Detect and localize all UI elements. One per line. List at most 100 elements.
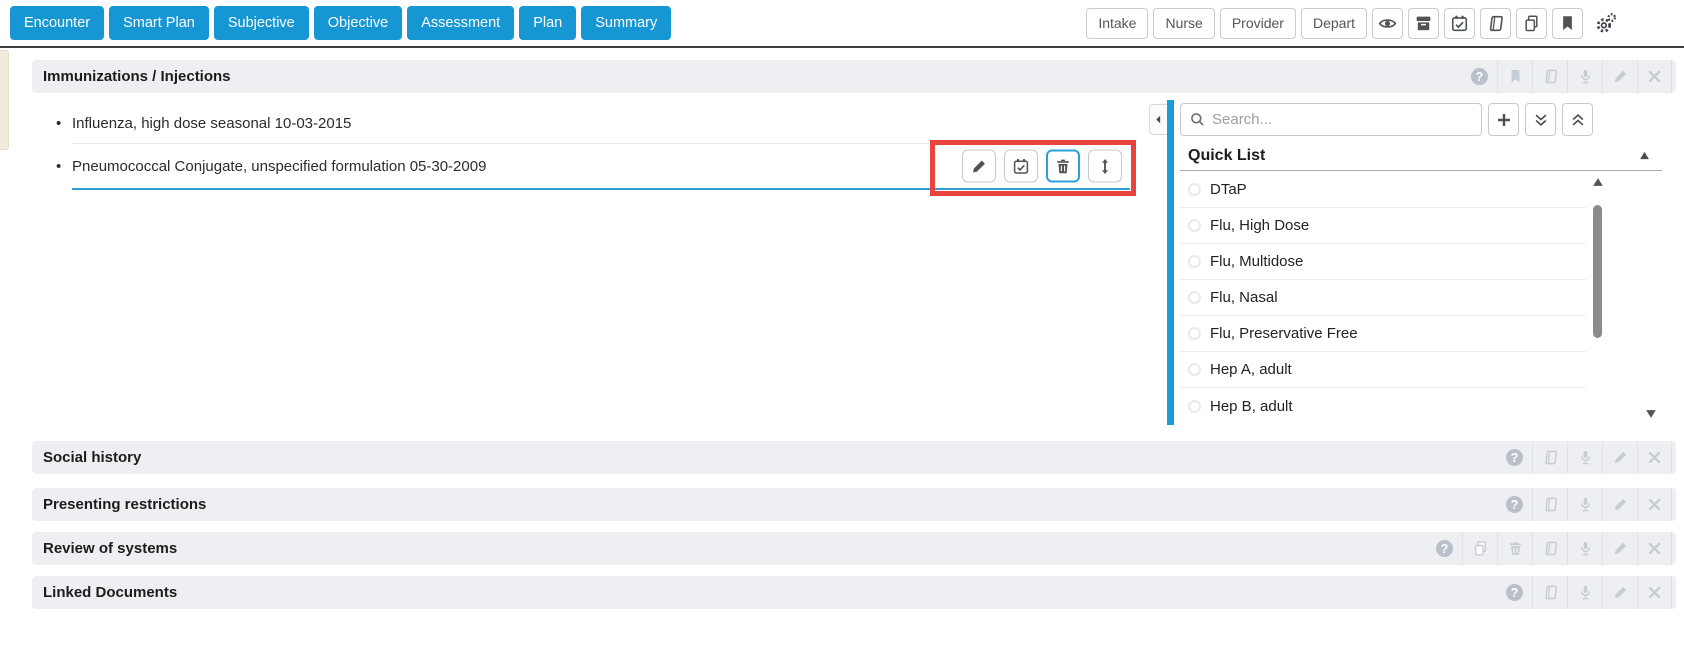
book-button[interactable]: [1532, 532, 1567, 565]
settings-button[interactable]: [1588, 8, 1622, 39]
search-box: [1180, 103, 1482, 136]
microphone-button[interactable]: [1567, 441, 1602, 474]
section-header-icons: ?: [1497, 488, 1672, 521]
help-button[interactable]: ?: [1497, 576, 1532, 609]
close-button[interactable]: [1637, 488, 1672, 521]
stage-depart-button[interactable]: Depart: [1301, 8, 1367, 39]
calendar-check-icon: [1450, 14, 1469, 33]
scrollbar-thumb[interactable]: [1593, 205, 1602, 338]
section-review-of-systems[interactable]: Review of systems ?: [32, 532, 1676, 565]
quick-list-item-dtap[interactable]: DTaP: [1180, 172, 1586, 208]
microphone-button[interactable]: [1567, 60, 1602, 93]
immunization-row-influenza[interactable]: • Influenza, high dose seasonal 10-03-20…: [72, 104, 1130, 144]
tab-subjective[interactable]: Subjective: [214, 6, 309, 40]
stage-nurse-button[interactable]: Nurse: [1153, 8, 1214, 39]
book-button[interactable]: [1532, 488, 1567, 521]
calendar-row-button[interactable]: [1004, 150, 1038, 183]
add-button[interactable]: [1488, 103, 1519, 136]
close-button[interactable]: [1637, 60, 1672, 93]
panel-collapse-handle[interactable]: [1149, 104, 1167, 135]
quick-list-header[interactable]: Quick List: [1180, 141, 1662, 171]
top-toolbar: Encounter Smart Plan Subjective Objectiv…: [0, 0, 1684, 48]
book-button[interactable]: [1532, 441, 1567, 474]
quick-list-scrollbar[interactable]: [1591, 176, 1605, 472]
delete-row-button[interactable]: [1046, 150, 1080, 183]
copy-icon: [1522, 14, 1541, 33]
panel-search-row: [1180, 103, 1593, 136]
up-down-arrow-icon: [1096, 157, 1114, 175]
immunization-text: Pneumococcal Conjugate, unspecified form…: [72, 158, 486, 175]
reorder-row-button[interactable]: [1088, 150, 1122, 183]
scroll-up-icon[interactable]: [1592, 176, 1604, 188]
eye-button[interactable]: [1372, 8, 1403, 39]
pencil-button[interactable]: [1602, 60, 1637, 93]
close-icon: [1646, 496, 1663, 513]
tab-assessment[interactable]: Assessment: [407, 6, 514, 40]
copy-button[interactable]: [1516, 8, 1547, 39]
microphone-button[interactable]: [1567, 576, 1602, 609]
book-icon: [1542, 540, 1559, 557]
trash-icon: [1054, 157, 1072, 175]
book-button[interactable]: [1532, 60, 1567, 93]
bookmark-icon: [1507, 68, 1524, 85]
close-button[interactable]: [1637, 441, 1672, 474]
help-button[interactable]: ?: [1497, 488, 1532, 521]
help-button[interactable]: ?: [1497, 441, 1532, 474]
scroll-down-icon[interactable]: [1645, 408, 1657, 420]
tab-encounter[interactable]: Encounter: [10, 6, 104, 40]
pencil-button[interactable]: [1602, 488, 1637, 521]
edit-row-button[interactable]: [962, 150, 996, 183]
tab-summary[interactable]: Summary: [581, 6, 671, 40]
copy-button[interactable]: [1462, 532, 1497, 565]
pencil-button[interactable]: [1602, 441, 1637, 474]
trash-button[interactable]: [1497, 532, 1532, 565]
quick-list-item-hep-a-adult[interactable]: Hep A, adult: [1180, 352, 1586, 388]
plus-icon: [1495, 111, 1513, 129]
help-button[interactable]: ?: [1427, 532, 1462, 565]
section-linked-documents[interactable]: Linked Documents ?: [32, 576, 1676, 609]
section-title: Review of systems: [32, 540, 1427, 557]
help-button[interactable]: ?: [1462, 60, 1497, 93]
pencil-icon: [1612, 584, 1629, 601]
bookmark-button[interactable]: [1552, 8, 1583, 39]
microphone-icon: [1577, 584, 1594, 601]
stage-provider-button[interactable]: Provider: [1220, 8, 1296, 39]
archive-icon: [1414, 14, 1433, 33]
tab-plan[interactable]: Plan: [519, 6, 576, 40]
bookmark-button[interactable]: [1497, 60, 1532, 93]
pencil-button[interactable]: [1602, 532, 1637, 565]
book-button[interactable]: [1532, 576, 1567, 609]
section-social-history[interactable]: Social history ?: [32, 441, 1676, 474]
eye-icon: [1378, 14, 1397, 33]
close-button[interactable]: [1637, 576, 1672, 609]
tab-smart-plan[interactable]: Smart Plan: [109, 6, 209, 40]
microphone-button[interactable]: [1567, 532, 1602, 565]
quick-list-item-flu-preservative-free[interactable]: Flu, Preservative Free: [1180, 316, 1586, 352]
item-label: Flu, High Dose: [1210, 217, 1309, 234]
collapsed-left-panel-tab[interactable]: [0, 50, 9, 150]
search-input[interactable]: [1212, 111, 1473, 128]
stage-intake-button[interactable]: Intake: [1086, 8, 1148, 39]
quick-list-item-flu-high-dose[interactable]: Flu, High Dose: [1180, 208, 1586, 244]
section-presenting-restrictions[interactable]: Presenting restrictions ?: [32, 488, 1676, 521]
book-button[interactable]: [1480, 8, 1511, 39]
book-icon: [1542, 68, 1559, 85]
quick-list-item-flu-nasal[interactable]: Flu, Nasal: [1180, 280, 1586, 316]
immunization-row-pneumococcal[interactable]: • Pneumococcal Conjugate, unspecified fo…: [72, 144, 1130, 190]
book-icon: [1542, 584, 1559, 601]
pencil-button[interactable]: [1602, 576, 1637, 609]
double-chevron-up-icon: [1569, 111, 1587, 129]
tab-objective[interactable]: Objective: [314, 6, 402, 40]
expand-all-button[interactable]: [1525, 103, 1556, 136]
help-icon: ?: [1471, 68, 1488, 85]
quick-list-item-hep-b-adult[interactable]: Hep B, adult: [1180, 388, 1586, 424]
collapse-all-button[interactable]: [1562, 103, 1593, 136]
microphone-button[interactable]: [1567, 488, 1602, 521]
calendar-button[interactable]: [1444, 8, 1475, 39]
archive-button[interactable]: [1408, 8, 1439, 39]
close-button[interactable]: [1637, 532, 1672, 565]
close-icon: [1646, 540, 1663, 557]
gears-icon: [1594, 12, 1617, 35]
quick-list-item-flu-multidose[interactable]: Flu, Multidose: [1180, 244, 1586, 280]
section-immunizations-header[interactable]: Immunizations / Injections ?: [32, 60, 1676, 93]
